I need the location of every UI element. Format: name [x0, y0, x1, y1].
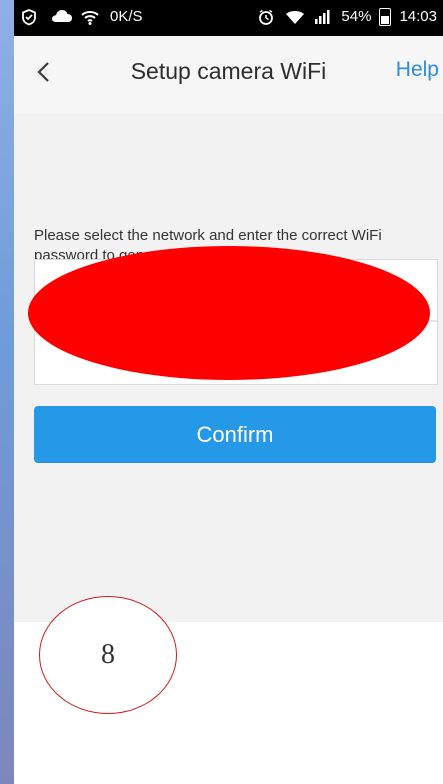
shield-icon: [20, 8, 40, 26]
page-title: Setup camera WiFi: [130, 58, 327, 84]
status-right-group: 54% 14:03: [257, 8, 437, 26]
alarm-icon: [257, 8, 277, 26]
cloud-icon: [50, 8, 72, 27]
step-number-badge: 8: [39, 596, 177, 714]
main-content: Please select the network and enter the …: [14, 114, 443, 622]
wifi-icon: [285, 8, 305, 26]
help-link[interactable]: Help: [396, 58, 439, 82]
phone-screen: 0K/S 54% 14:03 Setup camera WiFi Help Pl…: [14, 0, 443, 784]
confirm-button[interactable]: Confirm: [34, 406, 436, 463]
redaction-overlay: [28, 246, 430, 380]
battery-percent: 54%: [341, 8, 372, 25]
status-bar: 0K/S 54% 14:03: [14, 0, 443, 36]
clock: 14:03: [399, 8, 437, 25]
signal-icon: [313, 8, 333, 26]
wifi-icon: [80, 8, 100, 26]
battery-icon: [379, 8, 392, 26]
status-left-group: 0K/S: [20, 8, 143, 27]
top-app-bar: Setup camera WiFi Help: [14, 36, 443, 115]
network-speed: 0K/S: [110, 8, 143, 25]
